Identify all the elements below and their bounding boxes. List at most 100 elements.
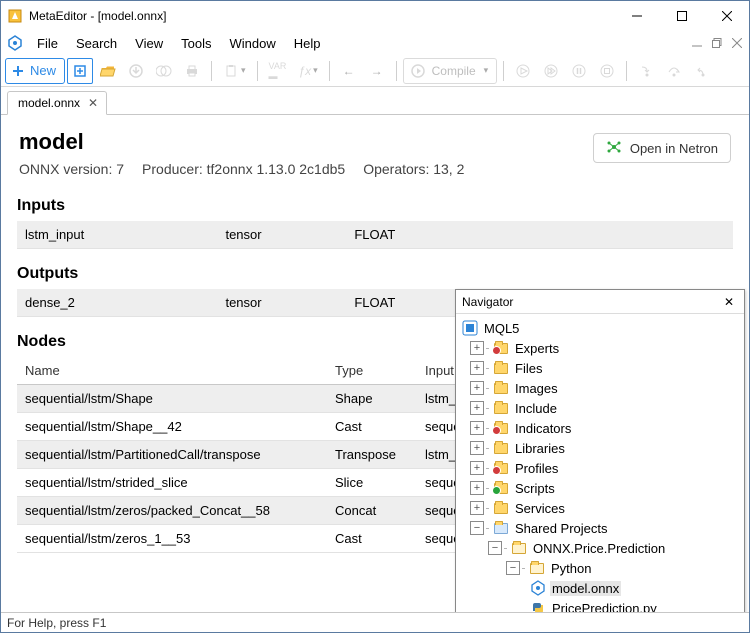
save-all-icon [156, 63, 172, 79]
tree-shared-projects[interactable]: − Shared Projects [458, 518, 742, 538]
chevron-down-icon: ▾ [484, 65, 489, 76]
tree-root[interactable]: MQL5 [458, 318, 742, 338]
navigator-tree[interactable]: MQL5 +Experts+Files+Images+Include+Indic… [456, 314, 744, 612]
collapse-icon[interactable]: − [488, 541, 502, 555]
mdi-minimize-icon[interactable] [688, 34, 706, 52]
folder-icon [493, 480, 509, 496]
step-into-button[interactable] [633, 58, 659, 84]
maximize-button[interactable] [659, 1, 704, 31]
save-button[interactable] [123, 58, 149, 84]
menu-search[interactable]: Search [67, 34, 126, 53]
expand-icon[interactable]: + [470, 501, 484, 515]
mdi-close-icon[interactable] [728, 34, 746, 52]
expand-icon[interactable]: + [470, 441, 484, 455]
function-button[interactable]: ƒx▾ [293, 58, 322, 84]
navigator-titlebar[interactable]: Navigator ✕ [456, 290, 744, 314]
compile-button[interactable]: Compile ▾ [403, 58, 498, 84]
tree-folder[interactable]: +Include [458, 398, 742, 418]
new-button[interactable]: New [5, 58, 65, 84]
expand-icon[interactable]: + [470, 381, 484, 395]
plus-icon [10, 63, 26, 79]
expand-icon[interactable]: + [470, 421, 484, 435]
folder-icon [493, 520, 509, 536]
nav-back-button[interactable]: ← [336, 58, 362, 84]
folder-icon [511, 540, 527, 556]
chevron-down-icon: ▾ [313, 65, 318, 76]
navigator-close-icon[interactable]: ✕ [720, 293, 738, 311]
main: model ONNX version: 7 Producer: tf2onnx … [1, 115, 749, 612]
app-icon [7, 8, 23, 24]
open-netron-label: Open in Netron [630, 141, 718, 156]
nodes-col-type[interactable]: Type [327, 357, 417, 385]
expand-icon[interactable]: + [470, 481, 484, 495]
tree-folder[interactable]: +Services [458, 498, 742, 518]
py-icon [530, 600, 546, 612]
folder-icon [493, 440, 509, 456]
minimize-button[interactable] [614, 1, 659, 31]
section-inputs: Inputs lstm_inputtensorFLOAT [1, 185, 749, 253]
clipboard-icon [223, 63, 239, 79]
toolbar: New ▾ VAR▬ ƒx▾ ← → Compile ▾ [1, 55, 749, 87]
variables-button[interactable]: VAR▬ [264, 58, 292, 84]
menu-view[interactable]: View [126, 34, 172, 53]
debug-pause-button[interactable] [566, 58, 592, 84]
pause-icon [571, 63, 587, 79]
mdi-restore-icon[interactable] [708, 34, 726, 52]
table-row[interactable]: lstm_inputtensorFLOAT [17, 221, 733, 249]
folder-icon [493, 380, 509, 396]
tree-folder[interactable]: +Experts [458, 338, 742, 358]
tree-folder[interactable]: +Images [458, 378, 742, 398]
new-project-button[interactable] [67, 58, 93, 84]
tree-file[interactable]: model.onnx [458, 578, 742, 598]
collapse-icon[interactable]: − [506, 561, 520, 575]
folder-icon [493, 500, 509, 516]
tree-file[interactable]: PricePrediction.py [458, 598, 742, 612]
debug-realtime-button[interactable] [538, 58, 564, 84]
play-fast-icon [543, 63, 559, 79]
tree-python-folder[interactable]: − Python [458, 558, 742, 578]
document-tab[interactable]: model.onnx ✕ [7, 91, 107, 115]
menu-help[interactable]: Help [285, 34, 330, 53]
paste-button[interactable]: ▾ [218, 58, 251, 84]
expand-icon[interactable]: + [470, 461, 484, 475]
tree-project[interactable]: − ONNX.Price.Prediction [458, 538, 742, 558]
print-button[interactable] [179, 58, 205, 84]
expand-icon[interactable]: + [470, 341, 484, 355]
close-button[interactable] [704, 1, 749, 31]
nav-forward-button[interactable]: → [364, 58, 390, 84]
tree-folder[interactable]: +Files [458, 358, 742, 378]
tree-folder[interactable]: +Libraries [458, 438, 742, 458]
open-button[interactable] [95, 58, 121, 84]
navigator-panel[interactable]: Navigator ✕ MQL5 +Experts+Files+Images+I… [455, 289, 745, 612]
debug-start-button[interactable] [510, 58, 536, 84]
step-out-button[interactable] [689, 58, 715, 84]
expand-icon[interactable]: + [470, 401, 484, 415]
tree-folder[interactable]: +Scripts [458, 478, 742, 498]
play-circle-icon [410, 63, 426, 79]
navigator-title: Navigator [462, 295, 720, 309]
folder-icon [493, 360, 509, 376]
window-title: MetaEditor - [model.onnx] [29, 9, 166, 23]
debug-stop-button[interactable] [594, 58, 620, 84]
status-bar: For Help, press F1 [1, 612, 749, 632]
tree-folder[interactable]: +Profiles [458, 458, 742, 478]
open-in-netron-button[interactable]: Open in Netron [593, 133, 731, 163]
folder-icon [493, 400, 509, 416]
folder-open-icon [100, 63, 116, 79]
inputs-heading: Inputs [17, 197, 733, 215]
menubar: File Search View Tools Window Help [1, 31, 749, 55]
tab-close-icon[interactable]: ✕ [86, 96, 100, 110]
document-tabstrip: model.onnx ✕ [1, 87, 749, 115]
menu-file[interactable]: File [28, 34, 67, 53]
menu-window[interactable]: Window [220, 34, 284, 53]
collapse-icon[interactable]: − [470, 521, 484, 535]
save-all-button[interactable] [151, 58, 177, 84]
mdi-app-icon [6, 34, 24, 52]
tree-folder[interactable]: +Indicators [458, 418, 742, 438]
menu-tools[interactable]: Tools [172, 34, 220, 53]
expand-icon[interactable]: + [470, 361, 484, 375]
step-over-button[interactable] [661, 58, 687, 84]
chevron-down-icon: ▾ [241, 65, 246, 76]
nodes-col-name[interactable]: Name [17, 357, 327, 385]
save-icon [128, 63, 144, 79]
